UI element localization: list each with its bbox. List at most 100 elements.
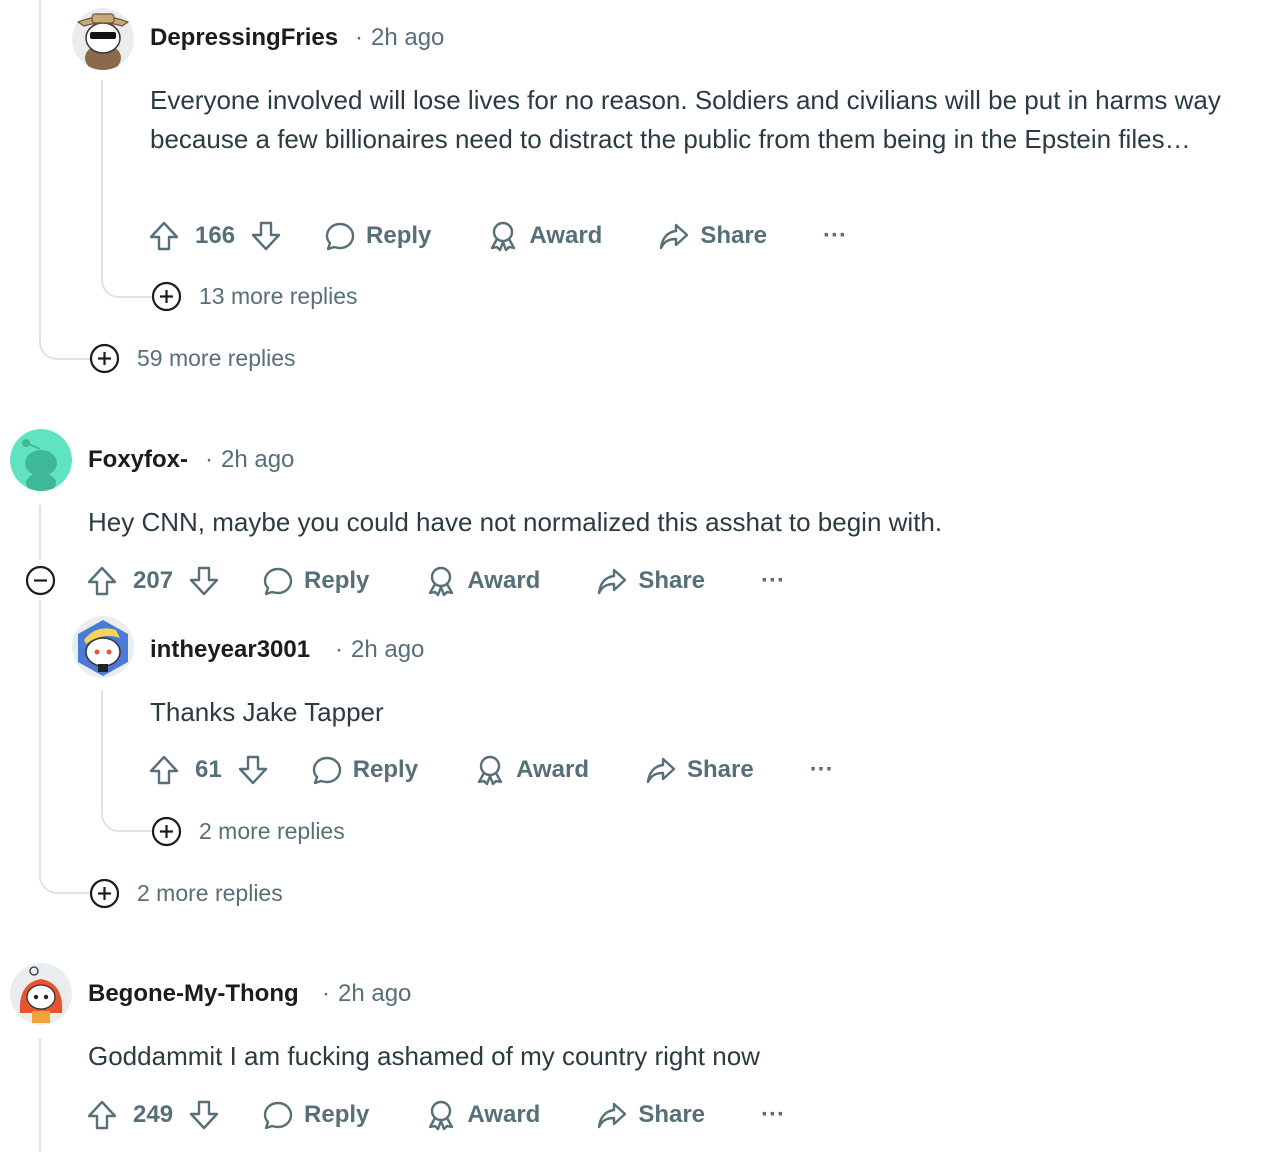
plus-circle-icon	[89, 343, 120, 374]
vote-count: 207	[133, 567, 174, 594]
plus-circle-icon	[151, 816, 182, 847]
more-replies-label: 2 more replies	[137, 880, 283, 906]
downvote-button[interactable]	[188, 565, 220, 597]
award-label: Award	[529, 222, 603, 249]
upvote-button[interactable]	[86, 1099, 118, 1131]
reply-button[interactable]: Reply	[262, 1099, 369, 1131]
share-icon	[646, 757, 676, 784]
timestamp-text: 2h ago	[371, 24, 445, 51]
share-label: Share	[638, 1101, 706, 1128]
more-replies-button[interactable]: 13 more replies	[151, 281, 358, 312]
comment-actions: 249 Reply Award Share ···	[86, 1091, 785, 1139]
share-label: Share	[700, 222, 768, 249]
share-icon	[598, 568, 627, 595]
upvote-icon	[149, 755, 179, 785]
award-button[interactable]: Award	[474, 754, 589, 786]
award-button[interactable]: Award	[425, 1099, 540, 1131]
comment-username[interactable]: intheyear3001	[150, 636, 310, 664]
minus-circle-icon	[25, 565, 56, 596]
avatar-foxyfox[interactable]	[10, 429, 72, 491]
comment-username[interactable]: Foxyfox-	[88, 446, 188, 474]
share-label: Share	[686, 756, 754, 783]
reply-button[interactable]: Reply	[311, 754, 418, 786]
share-label: Share	[638, 567, 706, 594]
award-button[interactable]: Award	[487, 220, 602, 252]
award-button[interactable]: Award	[425, 565, 540, 597]
avatar-begone-my-thong[interactable]	[10, 963, 72, 1025]
upvote-button[interactable]	[148, 220, 180, 252]
comment-icon	[263, 567, 293, 596]
share-button[interactable]: Share	[596, 565, 705, 597]
upvote-icon	[87, 1100, 117, 1130]
award-label: Award	[467, 1101, 541, 1128]
downvote-icon	[251, 221, 281, 251]
comment-actions: 61 Reply Award Share ···	[148, 746, 834, 794]
comment-timestamp: · 2h ago	[335, 636, 425, 663]
downvote-button[interactable]	[250, 220, 282, 252]
reply-button[interactable]: Reply	[324, 220, 431, 252]
vote-count: 249	[133, 1101, 174, 1128]
comment-icon	[263, 1101, 293, 1130]
more-replies-label: 59 more replies	[137, 345, 296, 371]
downvote-icon	[189, 566, 219, 596]
avatar-depressingfries[interactable]	[72, 8, 134, 70]
comment-timestamp: · 2h ago	[355, 24, 445, 51]
comment-username[interactable]: Begone-My-Thong	[88, 980, 299, 1008]
thread-connector-2b	[39, 840, 91, 894]
plus-circle-icon	[151, 281, 182, 312]
comment-username[interactable]: DepressingFries	[150, 24, 338, 52]
overflow-menu-button[interactable]: ···	[761, 567, 785, 595]
award-icon	[477, 755, 503, 786]
share-icon	[660, 223, 689, 250]
comment-body: Everyone involved will lose lives for no…	[150, 85, 1221, 154]
share-icon	[598, 1102, 627, 1129]
avatar-intheyear3001[interactable]	[72, 616, 134, 678]
downvote-icon	[189, 1100, 219, 1130]
thread-line-depressingfries	[101, 80, 103, 270]
vote-count: 166	[195, 222, 236, 249]
reply-label: Reply	[352, 756, 419, 783]
reply-label: Reply	[304, 567, 370, 594]
share-button[interactable]: Share	[645, 754, 754, 786]
more-replies-button[interactable]: 59 more replies	[89, 343, 296, 374]
upvote-button[interactable]	[148, 754, 180, 786]
comment-icon	[312, 756, 341, 785]
overflow-menu-button[interactable]: ···	[761, 1101, 785, 1129]
award-icon	[429, 566, 454, 597]
thread-connector-13	[101, 262, 153, 298]
comment-body: Thanks Jake Tapper	[150, 697, 384, 727]
award-label: Award	[467, 567, 541, 594]
overflow-menu-button[interactable]: ···	[810, 756, 834, 784]
more-replies-button[interactable]: 2 more replies	[89, 878, 283, 909]
thread-line-foxy-lower	[39, 600, 41, 850]
share-button[interactable]: Share	[658, 220, 767, 252]
thread-line-foxy	[39, 505, 41, 560]
comment-icon	[325, 222, 355, 251]
more-replies-label: 2 more replies	[199, 818, 345, 844]
share-button[interactable]: Share	[596, 1099, 705, 1131]
upvote-button[interactable]	[86, 565, 118, 597]
award-icon	[491, 221, 516, 252]
vote-count: 61	[195, 756, 222, 783]
collapse-thread-button[interactable]	[25, 565, 56, 601]
timestamp-text: 2h ago	[338, 980, 412, 1007]
comment-timestamp: · 2h ago	[322, 980, 412, 1007]
reply-label: Reply	[366, 222, 432, 249]
thread-connector-2a	[101, 792, 153, 832]
overflow-menu-button[interactable]: ···	[823, 222, 847, 250]
thread-line-begone	[39, 1038, 41, 1152]
thread-line-outer-1	[39, 0, 41, 330]
downvote-button[interactable]	[188, 1099, 220, 1131]
timestamp-text: 2h ago	[351, 636, 425, 663]
downvote-icon	[238, 755, 267, 785]
comment-actions: 166 Reply Award Share ···	[148, 212, 847, 260]
more-replies-button[interactable]: 2 more replies	[151, 816, 345, 847]
downvote-button[interactable]	[237, 754, 269, 786]
upvote-icon	[87, 566, 117, 596]
upvote-icon	[149, 221, 179, 251]
reply-button[interactable]: Reply	[262, 565, 369, 597]
comment-body: Goddammit I am fucking ashamed of my cou…	[88, 1041, 760, 1071]
timestamp-text: 2h ago	[221, 446, 295, 473]
more-replies-label: 13 more replies	[199, 283, 358, 309]
reply-label: Reply	[304, 1101, 370, 1128]
